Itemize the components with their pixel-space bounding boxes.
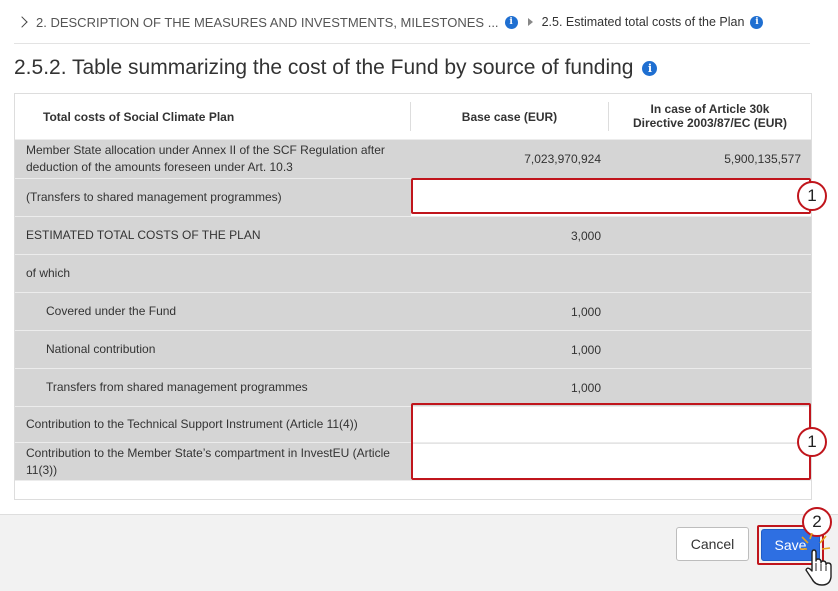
table-row: Contribution to the Technical Support In…: [15, 406, 811, 442]
step-badge-1: 1: [797, 181, 827, 211]
column-header-article-30k: In case of Article 30k Directive 2003/87…: [609, 94, 811, 139]
base-case-value: 7,023,970,924: [524, 152, 601, 166]
table-row: (Transfers to shared management programm…: [15, 178, 811, 216]
investeu-input-field[interactable]: [411, 443, 811, 480]
table-row: ESTIMATED TOTAL COSTS OF THE PLAN 3,000: [15, 216, 811, 254]
page-title: 2.5.2. Table summarizing the cost of the…: [14, 56, 658, 80]
breadcrumb-item-estimated-costs[interactable]: 2.5. Estimated total costs of the Plan: [542, 15, 745, 29]
table-row: Transfers from shared management program…: [15, 368, 811, 406]
row-label: (Transfers to shared management programm…: [26, 190, 282, 205]
divider: [14, 43, 810, 44]
table-row: Contribution to the Member State’s compa…: [15, 442, 811, 480]
breadcrumb-item-description[interactable]: 2. DESCRIPTION OF THE MEASURES AND INVES…: [36, 15, 499, 30]
row-label: Covered under the Fund: [46, 304, 177, 319]
info-icon[interactable]: i: [504, 15, 518, 29]
step-badge-1: 1: [797, 427, 827, 457]
breadcrumb: 2. DESCRIPTION OF THE MEASURES AND INVES…: [14, 11, 764, 33]
base-case-value: 3,000: [570, 228, 601, 243]
base-case-value: 1,000: [570, 380, 601, 395]
cost-table: Total costs of Social Climate Plan Base …: [14, 93, 812, 500]
chevron-right-icon[interactable]: [16, 16, 28, 28]
info-icon[interactable]: i: [750, 15, 764, 29]
column-header-base-case: Base case (EUR): [411, 102, 609, 131]
page-title-text: 2.5.2. Table summarizing the cost of the…: [14, 56, 634, 79]
transfers-input-field[interactable]: [411, 179, 811, 216]
row-label: Transfers from shared management program…: [46, 380, 308, 395]
table-row: of which: [15, 254, 811, 292]
row-label: National contribution: [46, 342, 156, 357]
column-header-total-costs: Total costs of Social Climate Plan: [15, 102, 411, 131]
info-icon[interactable]: i: [642, 60, 658, 76]
row-label: ESTIMATED TOTAL COSTS OF THE PLAN: [26, 228, 261, 243]
table-row: National contribution 1,000: [15, 330, 811, 368]
triangle-right-icon: [527, 18, 533, 26]
hand-cursor-icon: [800, 533, 832, 586]
base-case-value: 1,000: [570, 342, 601, 357]
table-row: Covered under the Fund 1,000: [15, 292, 811, 330]
row-label: Member State allocation under Annex II o…: [26, 143, 385, 174]
row-label: Contribution to the Member State’s compa…: [26, 445, 390, 477]
table-footer: [15, 480, 811, 499]
base-case-value: 1,000: [570, 304, 601, 319]
table-header: Total costs of Social Climate Plan Base …: [15, 94, 811, 139]
article-30k-value: 5,900,135,577: [724, 152, 801, 166]
row-label: of which: [26, 266, 71, 281]
table-row: Member State allocation under Annex II o…: [15, 139, 811, 178]
column-header-article-30k-text: In case of Article 30k Directive 2003/87…: [632, 102, 788, 130]
row-label: Contribution to the Technical Support In…: [26, 417, 358, 432]
cancel-button[interactable]: Cancel: [676, 527, 749, 561]
technical-support-input-field[interactable]: [411, 407, 811, 442]
